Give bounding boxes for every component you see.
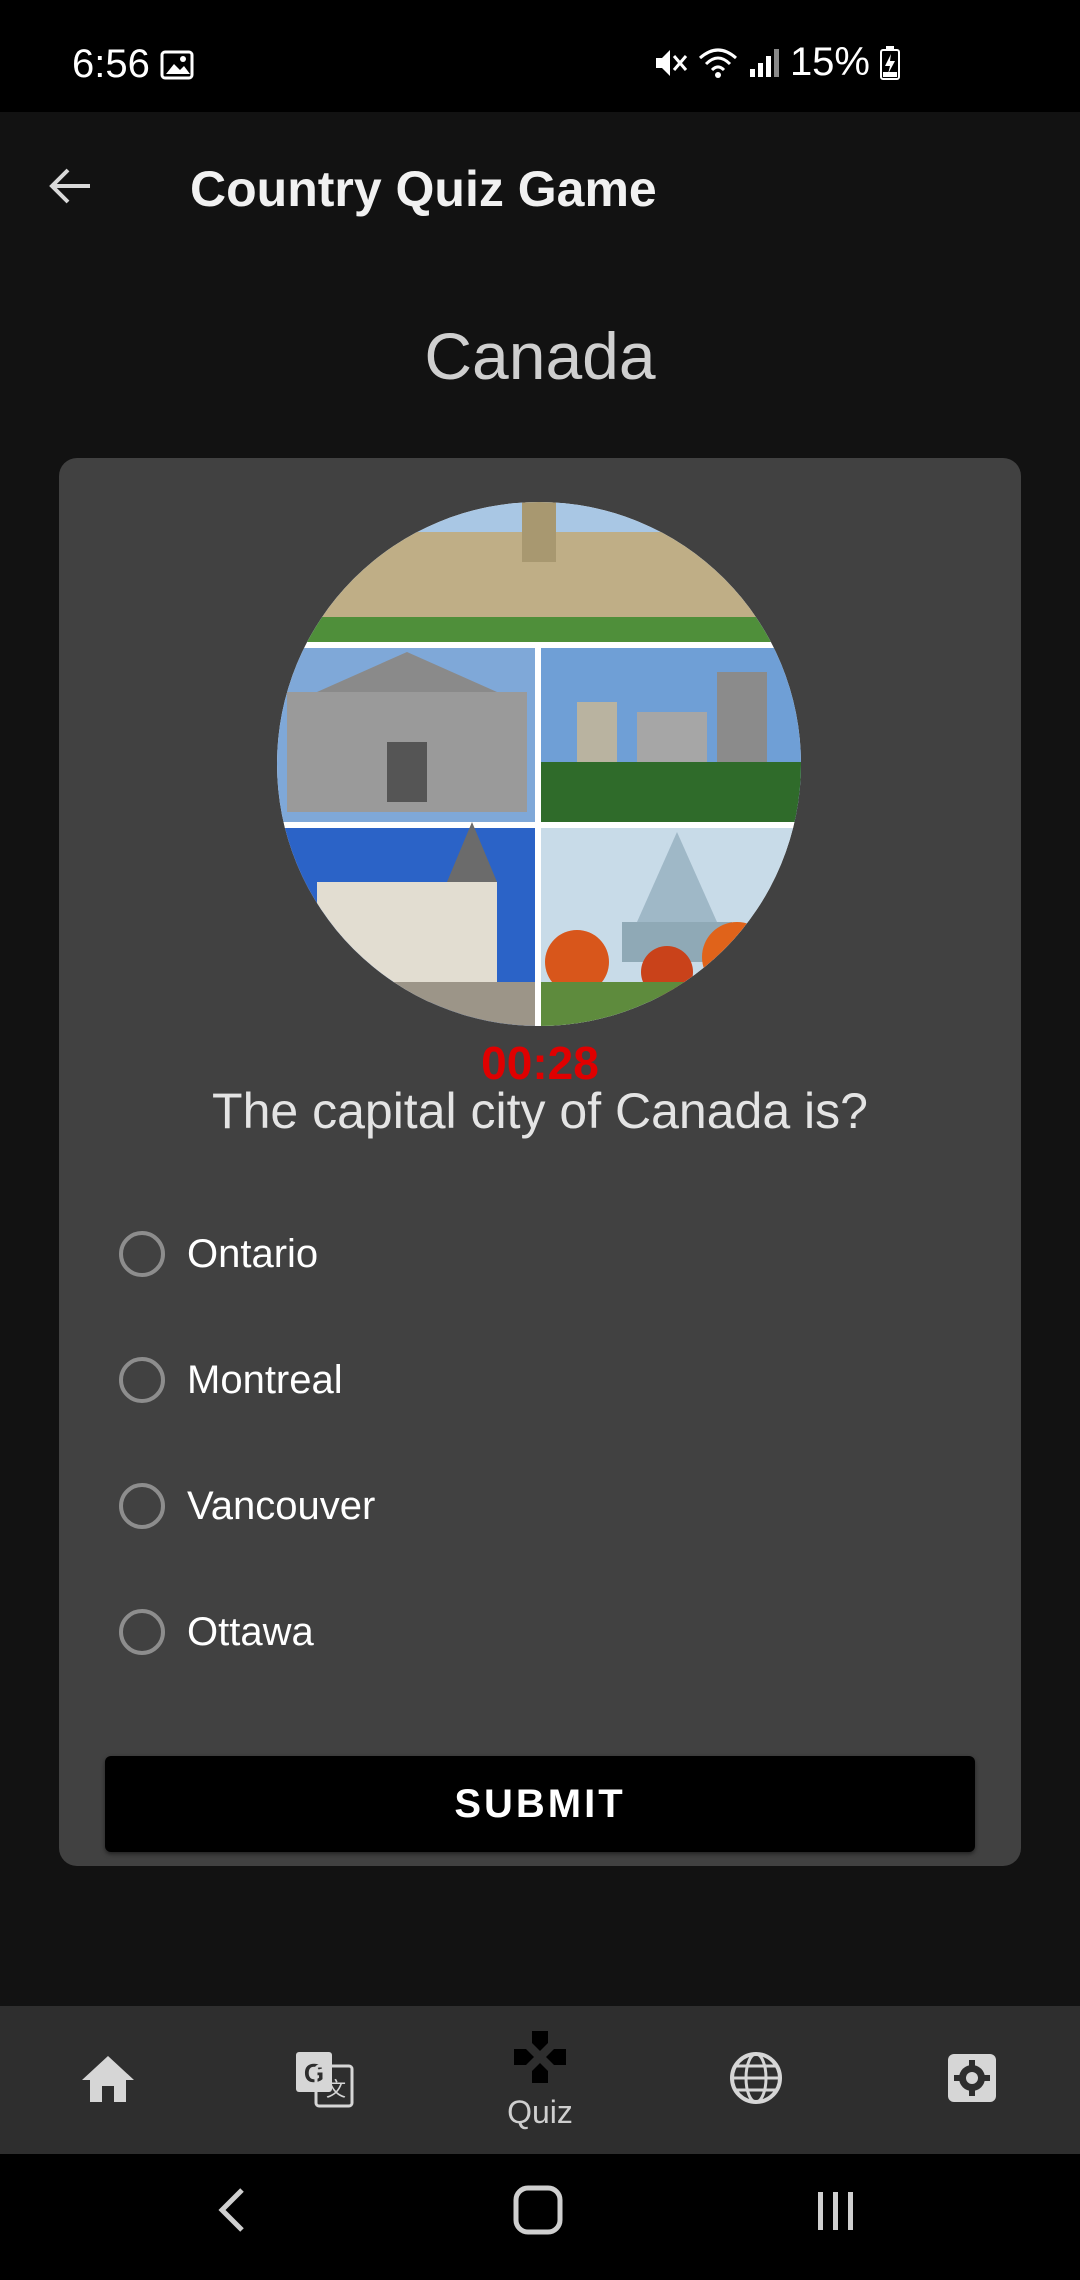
system-home-icon[interactable] <box>510 2182 566 2243</box>
nav-item-settings[interactable] <box>864 2006 1080 2154</box>
option-ontario[interactable]: Ontario <box>119 1214 318 1294</box>
nav-item-globe[interactable] <box>648 2006 864 2154</box>
option-label: Ontario <box>187 1231 319 1276</box>
system-back-icon[interactable] <box>214 2182 250 2243</box>
submit-button[interactable]: SUBMIT <box>105 1756 975 1852</box>
signal-icon <box>748 47 780 79</box>
option-label: Montreal <box>187 1357 343 1402</box>
home-icon <box>80 2052 136 2109</box>
battery-text: 15% <box>789 40 870 84</box>
system-recents-icon[interactable] <box>812 2182 860 2243</box>
option-label: Vancouver <box>187 1483 376 1528</box>
battery-charging-icon <box>880 45 900 80</box>
radio-button[interactable] <box>119 1609 165 1655</box>
gamepad-icon <box>512 2029 568 2090</box>
system-navigation-bar <box>0 2154 1080 2280</box>
option-montreal[interactable]: Montreal <box>119 1340 343 1420</box>
country-photo <box>277 502 801 1026</box>
image-notification-icon <box>160 50 194 85</box>
nav-item-home[interactable] <box>0 2006 216 2154</box>
app-title: Country Quiz Game <box>190 161 657 217</box>
option-vancouver[interactable]: Vancouver <box>119 1466 375 1546</box>
radio-button[interactable] <box>119 1357 165 1403</box>
svg-text:文: 文 <box>326 2078 346 2101</box>
mute-icon <box>652 46 688 80</box>
nav-label-quiz: Quiz <box>507 2094 573 2130</box>
quiz-card: 00:28 The capital city of Canada is? Ont… <box>59 458 1021 1866</box>
globe-icon <box>728 2050 784 2111</box>
settings-icon <box>946 2052 998 2109</box>
question-text: The capital city of Canada is? <box>212 1083 868 1139</box>
nav-item-quiz[interactable]: Quiz <box>432 2006 648 2154</box>
bottom-navigation: G文 Quiz <box>0 2006 1080 2154</box>
nav-item-translate[interactable]: G文 <box>216 2006 432 2154</box>
status-bar: 6:56 15% <box>0 0 1080 112</box>
status-icons: 15% <box>652 40 900 85</box>
option-label: Ottawa <box>187 1609 314 1654</box>
svg-text:G: G <box>304 2058 324 2088</box>
wifi-icon <box>698 46 738 80</box>
radio-button[interactable] <box>119 1483 165 1529</box>
option-ottawa[interactable]: Ottawa <box>119 1592 314 1672</box>
arrow-back-icon <box>46 162 94 215</box>
status-time: 6:56 <box>72 42 150 86</box>
country-title: Canada <box>424 319 656 393</box>
translate-icon: G文 <box>294 2048 354 2113</box>
back-button[interactable] <box>42 160 98 216</box>
radio-button[interactable] <box>119 1231 165 1277</box>
app-bar: Country Quiz Game <box>0 112 1080 262</box>
